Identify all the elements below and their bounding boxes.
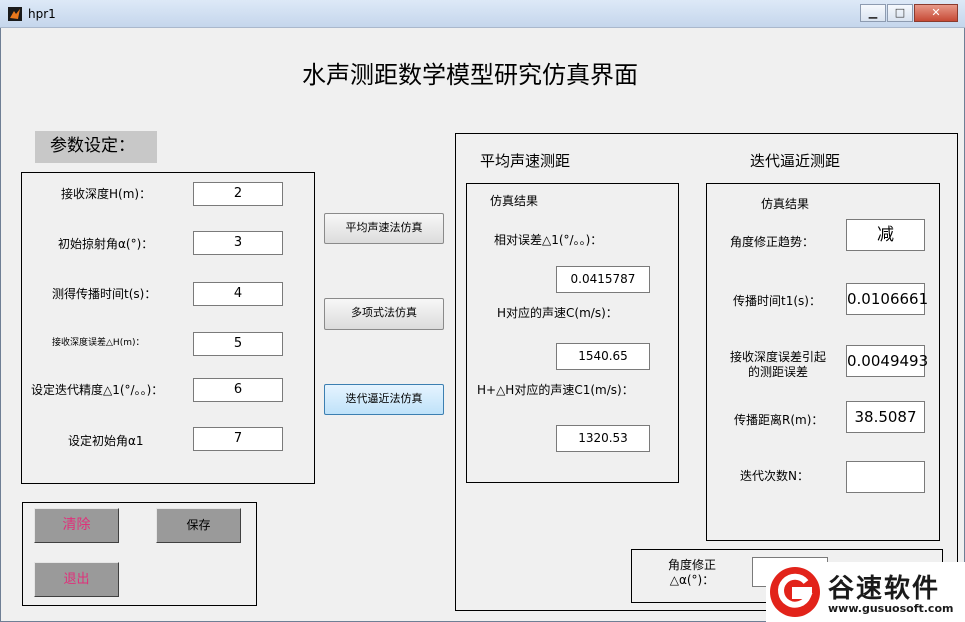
distance-output[interactable]: 38.5087 xyxy=(846,401,925,433)
depth-err-input[interactable]: 5 xyxy=(193,332,283,356)
exit-button[interactable]: 退出 xyxy=(34,562,119,597)
iter-results-title: 仿真结果 xyxy=(761,197,810,211)
depth-label: 接收深度H(m)： xyxy=(61,187,152,201)
page-title: 水声测距数学模型研究仿真界面 xyxy=(302,61,638,89)
rel-err-label: 相对误差△1(°/。。)： xyxy=(494,233,603,247)
matlab-icon xyxy=(8,7,22,21)
close-button[interactable]: ✕ xyxy=(914,4,958,22)
angle-correction-label: 角度修正△α(°)： xyxy=(667,558,716,587)
avg-speed-sim-button[interactable]: 平均声速法仿真 xyxy=(324,213,444,244)
window-title: hpr1 xyxy=(28,7,56,21)
save-button[interactable]: 保存 xyxy=(156,508,241,543)
depth-err-label: 接收深度误差△H(m)： xyxy=(52,338,145,348)
precision-input[interactable]: 6 xyxy=(193,378,283,402)
depth-input[interactable]: 2 xyxy=(193,182,283,206)
speed-c1-output[interactable]: 1320.53 xyxy=(556,425,650,452)
range-err-output[interactable]: 0.0049493 xyxy=(846,345,928,377)
clear-button[interactable]: 清除 xyxy=(34,508,119,543)
range-err-label: 接收深度误差引起的测距误差 xyxy=(729,350,826,379)
speed-c-output[interactable]: 1540.65 xyxy=(556,343,650,370)
params-header: 参数设定： xyxy=(35,131,157,163)
precision-label: 设定迭代精度△1(°/。。)： xyxy=(31,383,164,397)
title-bar: hpr1 ▁ □ ✕ xyxy=(0,0,965,28)
iter-count-output[interactable] xyxy=(846,461,925,493)
avg-results-title: 仿真结果 xyxy=(490,194,539,208)
iter-section-title: 迭代逼近测距 xyxy=(750,152,841,170)
trend-output[interactable]: 减 xyxy=(846,219,925,251)
t1-output[interactable]: 0.0106661 xyxy=(846,283,928,315)
maximize-button[interactable]: □ xyxy=(887,4,913,22)
time-input[interactable]: 4 xyxy=(193,282,283,306)
distance-label: 传播距离R(m)： xyxy=(734,413,824,427)
watermark-logo: 谷速软件 www.gusuosoft.com xyxy=(766,562,965,622)
watermark-g-icon xyxy=(770,567,820,617)
iterative-sim-button[interactable]: 迭代逼近法仿真 xyxy=(324,384,444,415)
watermark-url: www.gusuosoft.com xyxy=(828,602,954,615)
speed-c1-label: H+△H对应的声速C1(m/s)： xyxy=(477,383,634,397)
polynomial-sim-button[interactable]: 多项式法仿真 xyxy=(324,298,444,330)
minimize-button[interactable]: ▁ xyxy=(860,4,886,22)
iter-count-label: 迭代次数N： xyxy=(740,469,809,483)
angle-input[interactable]: 3 xyxy=(193,231,283,255)
init-angle-label: 设定初始角α1 xyxy=(68,434,144,448)
time-label: 测得传播时间t(s)： xyxy=(52,287,157,301)
angle-label: 初始掠射角α(°)： xyxy=(58,237,154,251)
speed-c-label: H对应的声速C(m/s)： xyxy=(497,306,618,320)
init-angle-input[interactable]: 7 xyxy=(193,427,283,451)
trend-label: 角度修正趋势： xyxy=(730,235,815,249)
watermark-brand: 谷速软件 xyxy=(828,574,941,604)
avg-section-title: 平均声速测距 xyxy=(480,152,571,170)
rel-err-output[interactable]: 0.0415787 xyxy=(556,266,650,293)
t1-label: 传播时间t1(s)： xyxy=(733,294,821,308)
